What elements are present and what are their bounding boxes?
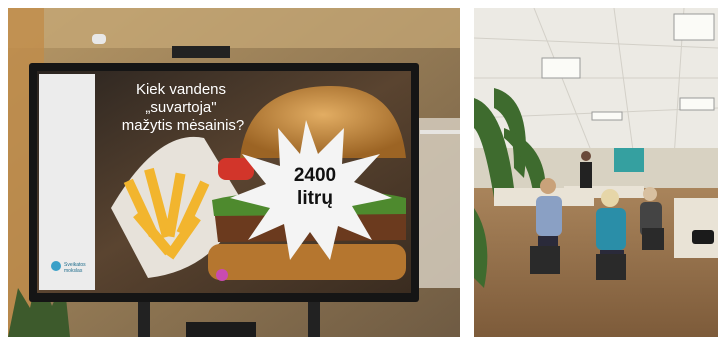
security-camera-icon bbox=[92, 34, 106, 44]
media-device bbox=[186, 322, 256, 337]
ceiling-light-icon bbox=[679, 97, 715, 111]
ceiling-light-icon bbox=[541, 57, 581, 79]
classroom-scene bbox=[474, 8, 718, 337]
chair bbox=[642, 228, 664, 250]
logo-icon bbox=[51, 261, 61, 271]
tv-stand bbox=[138, 296, 150, 337]
person-icon bbox=[580, 151, 592, 188]
right-photo bbox=[474, 8, 718, 337]
slide-sidebar bbox=[39, 74, 95, 290]
burst-value: 2400 bbox=[293, 165, 337, 186]
slide-question-line1: Kiek vandens bbox=[135, 81, 227, 98]
bag bbox=[692, 230, 714, 244]
presentation-screen bbox=[614, 148, 644, 172]
slide-question-line3: mažytis mėsainis? bbox=[121, 117, 245, 134]
logo-text-line2: mokslas bbox=[64, 268, 83, 274]
ceiling bbox=[8, 8, 460, 48]
table bbox=[674, 198, 718, 258]
left-photo: Kiek vandens „suvartoja" mažytis mėsaini… bbox=[8, 8, 460, 337]
burst-unit: litrų bbox=[297, 188, 333, 209]
slide-question-line2: „suvartoja" bbox=[145, 99, 217, 116]
webcam-bar bbox=[172, 46, 230, 58]
tv-scene bbox=[8, 8, 460, 337]
chair bbox=[530, 246, 560, 274]
chair bbox=[596, 254, 626, 280]
slide-footer-icon bbox=[216, 269, 228, 281]
ceiling-light-icon bbox=[673, 13, 715, 41]
ceiling-light-icon bbox=[591, 111, 623, 121]
